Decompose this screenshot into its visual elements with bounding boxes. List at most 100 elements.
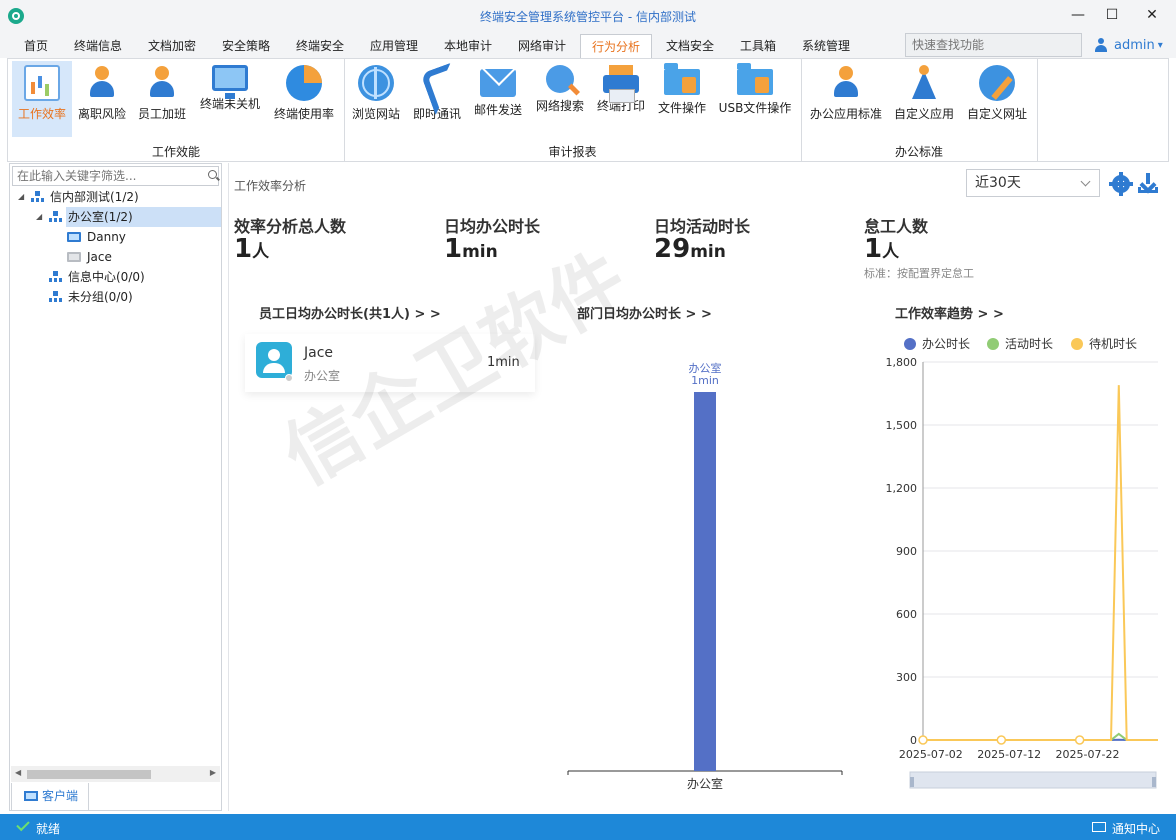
minimize-button[interactable]: —	[1064, 4, 1092, 26]
series-line	[923, 385, 1158, 741]
status-dot-icon	[285, 374, 293, 382]
menu-terminal-info[interactable]: 终端信息	[64, 34, 132, 58]
user-name: admin	[1114, 37, 1155, 53]
user-icon	[1094, 38, 1108, 52]
user-caret-icon: ▾	[1157, 39, 1163, 51]
ribbon-usage-rate[interactable]: 终端使用率	[270, 61, 338, 137]
menu-behavior-analysis[interactable]: 行为分析	[580, 34, 652, 58]
status-bar: 就绪 通知中心	[0, 814, 1176, 840]
user-menu[interactable]: admin ▾	[1094, 36, 1163, 54]
caret-down-icon[interactable]: ◢	[18, 187, 24, 207]
stat-number: 1	[234, 234, 253, 264]
section-trend-title[interactable]: 工作效率趋势 > >	[895, 303, 1004, 322]
ribbon-file-operation[interactable]: 文件操作	[654, 61, 710, 137]
tree-node-ungrouped[interactable]: 未分组(0/0)	[10, 287, 221, 307]
zoom-slider-track	[909, 771, 1157, 789]
ribbon-label: 员工加班	[137, 107, 186, 121]
legend-marker	[987, 338, 999, 350]
menu-home[interactable]: 首页	[14, 34, 58, 58]
scroll-left-icon[interactable]: ◀	[15, 768, 21, 777]
ribbon-office-app-standard[interactable]: 办公应用标准	[806, 61, 886, 137]
tree-filter-input[interactable]	[12, 166, 219, 186]
stat-office-value: 1min	[444, 234, 498, 264]
ribbon-label: 自定义应用	[893, 107, 954, 121]
menu-network-audit[interactable]: 网络审计	[508, 34, 576, 58]
section-department-title[interactable]: 部门日均办公时长 > >	[577, 303, 712, 322]
status-text: 就绪	[36, 822, 61, 836]
zoom-slider-handle	[910, 777, 914, 787]
tree-node-label: 办公室(1/2)	[68, 210, 133, 224]
ribbon-label: 文件操作	[657, 101, 706, 115]
menu-security-policy[interactable]: 安全策略	[212, 34, 280, 58]
gear-icon[interactable]	[1109, 172, 1133, 196]
y-tick-label: 300	[896, 671, 917, 684]
org-tree-panel: ◢ 信内部测试(1/2) ◢ 办公室(1/2) Danny Jace 信息中心(…	[9, 163, 222, 811]
client-tab[interactable]: 客户端	[11, 783, 89, 811]
menu-terminal-security[interactable]: 终端安全	[286, 34, 354, 58]
x-tick-label: 2025-07-22	[1056, 748, 1120, 761]
section-employee-title[interactable]: 员工日均办公时长(共1人) > >	[259, 303, 441, 322]
ribbon-label: 工作效率	[17, 107, 66, 121]
tree-node-jace[interactable]: Jace	[10, 247, 221, 267]
stat-unit: 人	[882, 242, 900, 262]
ribbon-custom-app[interactable]: 自定义应用	[892, 61, 956, 137]
tree-node-office[interactable]: ◢ 办公室(1/2)	[36, 207, 221, 227]
data-point	[918, 735, 928, 745]
date-range-select[interactable]: 近30天	[966, 169, 1100, 197]
ribbon-custom-url[interactable]: 自定义网址	[964, 61, 1030, 137]
scroll-right-icon[interactable]: ▶	[210, 768, 216, 777]
employee-card[interactable]: Jace 办公室 1min	[245, 334, 535, 392]
tree-node-danny[interactable]: Danny	[10, 227, 221, 247]
printer-icon	[603, 65, 639, 103]
tree-horizontal-scrollbar[interactable]: ◀ ▶	[11, 766, 220, 782]
ribbon-label: 邮件发送	[473, 103, 522, 117]
scrollbar-thumb[interactable]	[27, 770, 151, 779]
menu-app-management[interactable]: 应用管理	[360, 34, 428, 58]
ribbon-browse-web[interactable]: 浏览网站	[348, 61, 404, 137]
ribbon-label: 自定义网址	[966, 107, 1027, 121]
menu-doc-encrypt[interactable]: 文档加密	[138, 34, 206, 58]
ribbon-usb-file-operation[interactable]: USB文件操作	[714, 61, 796, 137]
pie-chart-icon	[286, 65, 322, 101]
ribbon-instant-message[interactable]: 即时通讯	[410, 61, 464, 137]
tree-node-info-center[interactable]: 信息中心(0/0)	[10, 267, 221, 287]
stat-unit: 人	[252, 242, 270, 262]
window-title: 终端安全管理系统管控平台 - 信内部测试	[480, 10, 696, 24]
phone-icon	[419, 65, 455, 101]
ribbon-toolbar: 工作效率 离职风险 员工加班 终端未关机 终端使用率 工作效能 浏览网站 即时通…	[7, 58, 1169, 162]
ribbon-label: 办公应用标准	[809, 107, 882, 121]
chevron-down-icon	[1080, 176, 1091, 187]
tree-node-label: 信内部测试(1/2)	[50, 190, 139, 204]
ribbon-resignation-risk[interactable]: 离职风险	[74, 61, 130, 137]
data-point	[996, 735, 1007, 745]
y-tick-label: 1,500	[886, 419, 918, 432]
quick-search-input[interactable]	[905, 33, 1082, 57]
ribbon-group-label: 审计报表	[548, 145, 597, 159]
ribbon-work-efficiency[interactable]: 工作效率	[12, 61, 72, 137]
org-icon	[49, 291, 62, 303]
legend-label: 办公时长	[922, 336, 970, 351]
legend-marker	[904, 338, 916, 350]
ribbon-web-search[interactable]: 网络搜索	[532, 61, 588, 137]
legend-label: 活动时长	[1005, 337, 1053, 351]
zoom-slider-handle	[1152, 777, 1156, 787]
caret-down-icon[interactable]: ◢	[36, 207, 42, 227]
menu-local-audit[interactable]: 本地审计	[434, 34, 502, 58]
org-icon	[49, 271, 62, 283]
avatar	[256, 342, 292, 378]
ribbon-overtime[interactable]: 员工加班	[134, 61, 190, 137]
ribbon-email-send[interactable]: 邮件发送	[470, 61, 526, 137]
employee-dept: 办公室	[304, 369, 341, 383]
close-button[interactable]: ✕	[1138, 4, 1166, 26]
menu-doc-security[interactable]: 文档安全	[656, 34, 724, 58]
tree-node-root[interactable]: ◢ 信内部测试(1/2)	[10, 187, 221, 207]
ribbon-label: 离职风险	[77, 107, 126, 121]
ribbon-not-shutdown[interactable]: 终端未关机	[196, 61, 264, 137]
bar-data-label: 1min	[691, 374, 719, 387]
menu-toolbox[interactable]: 工具箱	[730, 34, 786, 58]
department-bar-chart: 办公室1min办公室	[567, 361, 843, 791]
notification-center-link[interactable]: 通知中心	[1112, 820, 1160, 837]
menu-system-management[interactable]: 系统管理	[792, 34, 860, 58]
ribbon-terminal-print[interactable]: 终端打印	[592, 61, 650, 137]
maximize-button[interactable]: ☐	[1098, 4, 1126, 26]
